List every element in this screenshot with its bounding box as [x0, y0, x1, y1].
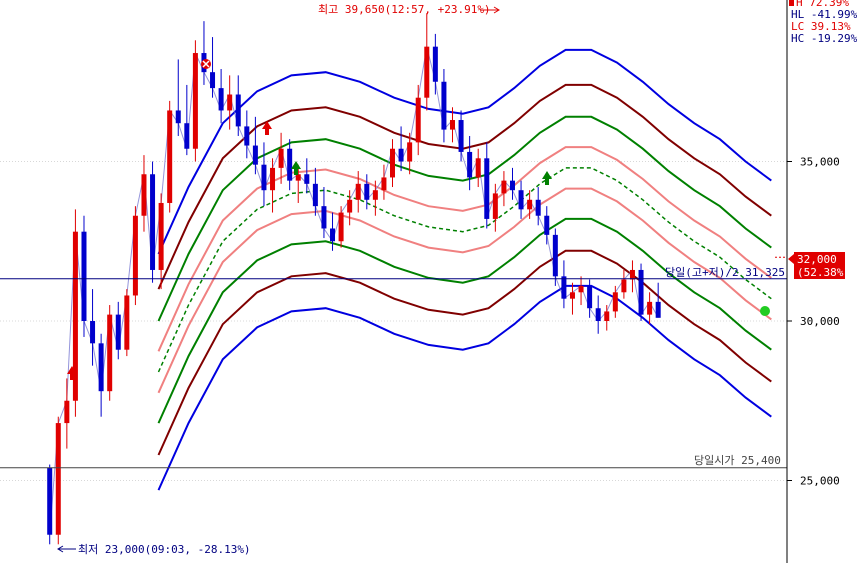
candle-down [467, 151, 473, 178]
candle-down [47, 467, 53, 535]
candle-up [629, 269, 635, 280]
candle-down [304, 174, 310, 184]
candle-down [321, 206, 327, 229]
candle-down [441, 81, 447, 130]
candle-up [295, 174, 301, 181]
candle-up [647, 301, 653, 315]
candle-up [501, 180, 507, 194]
candle-down [287, 148, 293, 181]
y-tick-label: 30,000 [800, 315, 840, 328]
candle-up [407, 142, 413, 162]
candle-down [90, 321, 96, 344]
y-tick-label: 35,000 [800, 156, 840, 169]
candle-up [527, 199, 533, 210]
candle-down [561, 276, 567, 299]
y-tick-label: 25,000 [800, 475, 840, 488]
candle-up [569, 292, 575, 299]
candle-down [244, 126, 250, 146]
candle-down [115, 314, 121, 350]
candle-down [595, 308, 601, 321]
candle-down [518, 190, 524, 210]
candle-up [107, 314, 113, 392]
candle-down [535, 199, 541, 216]
candle-up [390, 148, 396, 178]
current-change: (52.38%) [797, 266, 850, 279]
candle-down [150, 174, 156, 270]
current-price: 32,000 [797, 253, 837, 266]
candle-up [55, 423, 61, 535]
candle-down [312, 183, 318, 207]
candle-down [655, 301, 661, 318]
candle-down [218, 88, 224, 111]
candle-up [604, 311, 610, 321]
candle-up [270, 167, 276, 191]
candle-down [210, 72, 216, 89]
candle-up [347, 199, 353, 213]
candle-up [278, 148, 284, 168]
candle-down [398, 148, 404, 162]
candle-down [484, 158, 490, 219]
candle-up [449, 120, 455, 130]
candle-down [458, 120, 464, 152]
candle-down [638, 269, 644, 315]
candle-up [227, 94, 233, 111]
candle-down [175, 110, 181, 124]
candle-down [98, 343, 104, 392]
candle-up [372, 190, 378, 200]
open-label: 당일시가 25,400 [694, 453, 781, 467]
legend-marker [789, 0, 794, 6]
candle-up [192, 53, 198, 149]
legend: H 72.39% HL -41.99% LC 39.13% HC -19.29% [789, 0, 857, 45]
legend-hc: HC -19.29% [791, 32, 857, 45]
candle-down [330, 228, 336, 242]
candle-up [492, 193, 498, 219]
candle-up [124, 295, 130, 350]
candle-down [81, 231, 87, 321]
candle-down [235, 94, 241, 127]
candle-down [261, 164, 267, 191]
candle-up [132, 215, 138, 296]
candle-up [158, 202, 164, 270]
candle-up [64, 400, 70, 424]
candle-up [621, 279, 627, 293]
high-annotation: 최고 39,650(12:57, +23.91%) [318, 3, 491, 16]
candle-down [364, 183, 370, 200]
candlestick-chart: 25,000 30,000 35,000 최고 39,650(12:57, +23.… [0, 0, 857, 563]
low-annotation: 최저 23,000(09:03, -28.13%) [78, 543, 251, 556]
candle-down [544, 215, 550, 235]
candle-up [475, 158, 481, 178]
candle-down [509, 180, 515, 191]
buy-signal-marker [760, 306, 770, 316]
candle-down [432, 46, 438, 82]
candle-up [167, 110, 173, 203]
candle-down [552, 234, 558, 277]
candle-up [141, 174, 147, 216]
candle-up [415, 97, 421, 143]
candle-up [612, 292, 618, 312]
candle-up [355, 183, 361, 200]
candle-down [252, 145, 258, 165]
candle-down [587, 285, 593, 309]
midpoint-label: 당일(고+저)/2 31,325 [665, 265, 785, 279]
candle-up [578, 285, 584, 293]
candle-up [424, 46, 430, 98]
candle-down [184, 123, 190, 149]
candle-up [338, 212, 344, 242]
candle-up [381, 177, 387, 191]
